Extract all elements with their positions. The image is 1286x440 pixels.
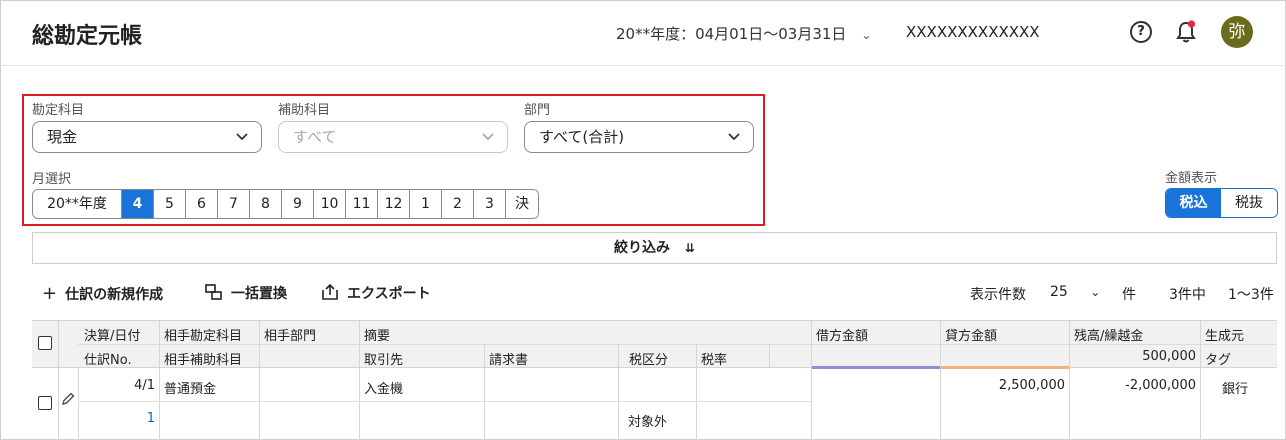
department-label: 部門 bbox=[524, 103, 551, 118]
subaccount-label: 補助科目 bbox=[278, 103, 331, 118]
account-select-value: 現金 bbox=[47, 128, 78, 146]
header-counter-department[interactable]: 相手部門 bbox=[264, 325, 316, 344]
subaccount-select-value: すべて bbox=[293, 128, 337, 146]
export-button[interactable]: エクスポート bbox=[321, 283, 431, 303]
header-tax-rate[interactable]: 税率 bbox=[701, 349, 727, 368]
account-select[interactable]: 現金 bbox=[32, 121, 262, 153]
export-label: エクスポート bbox=[347, 286, 431, 302]
row-date: 4/1 bbox=[134, 378, 155, 393]
credit-column-marker bbox=[941, 366, 1069, 369]
department-select-value: すべて(合計) bbox=[539, 128, 625, 146]
month-selector: 20**年度 4 5 6 7 8 9 10 11 12 1 2 3 決 bbox=[32, 189, 539, 219]
row-checkbox[interactable] bbox=[38, 396, 52, 410]
account-label: 勘定科目 bbox=[32, 103, 85, 118]
month-tab-11[interactable]: 11 bbox=[346, 190, 378, 218]
narrow-down-toggle[interactable]: 絞り込み ⇊ bbox=[32, 232, 1277, 264]
edit-pencil-icon[interactable] bbox=[61, 392, 75, 406]
subaccount-select: すべて bbox=[278, 121, 508, 153]
amount-display-label: 金額表示 bbox=[1165, 171, 1218, 186]
month-tab-8[interactable]: 8 bbox=[250, 190, 282, 218]
header-counter-subaccount[interactable]: 相手補助科目 bbox=[164, 349, 242, 368]
header-summary[interactable]: 摘要 bbox=[364, 325, 390, 344]
chevron-down-icon bbox=[728, 133, 740, 141]
chevron-down-icon bbox=[236, 133, 248, 141]
month-tab-year[interactable]: 20**年度 bbox=[33, 190, 122, 218]
bulk-replace-label: 一括置換 bbox=[231, 286, 287, 302]
debit-column-marker bbox=[812, 366, 940, 369]
row-journal-no[interactable]: 1 bbox=[82, 411, 155, 426]
month-select-label: 月選択 bbox=[32, 172, 72, 187]
tax-included-option[interactable]: 税込 bbox=[1166, 189, 1221, 217]
header-debit[interactable]: 借方金額 bbox=[816, 325, 868, 344]
month-tab-6[interactable]: 6 bbox=[186, 190, 218, 218]
result-range: 1～3件 bbox=[1228, 287, 1274, 303]
per-page-label: 表示件数 bbox=[970, 287, 1026, 303]
replace-icon bbox=[205, 284, 222, 300]
month-tab-settlement[interactable]: 決 bbox=[506, 190, 538, 218]
month-tab-7[interactable]: 7 bbox=[218, 190, 250, 218]
bulk-replace-button[interactable]: 一括置換 bbox=[205, 283, 287, 303]
month-tab-5[interactable]: 5 bbox=[154, 190, 186, 218]
header-tag[interactable]: タグ bbox=[1205, 349, 1231, 368]
header-credit[interactable]: 貸方金額 bbox=[945, 325, 997, 344]
company-name[interactable]: XXXXXXXXXXXXX bbox=[906, 23, 1040, 41]
month-tab-12[interactable]: 12 bbox=[378, 190, 410, 218]
double-chevron-down-icon: ⇊ bbox=[684, 241, 695, 255]
header-counter-account[interactable]: 相手勘定科目 bbox=[164, 325, 242, 344]
per-page-value: 25 bbox=[1050, 284, 1068, 300]
new-entry-label: 仕訳の新規作成 bbox=[65, 287, 164, 303]
chevron-down-icon bbox=[482, 133, 494, 141]
chevron-down-icon: ⌄ bbox=[861, 28, 872, 42]
header-tax-class[interactable]: 税区分 bbox=[629, 349, 668, 368]
header-partner[interactable]: 取引先 bbox=[364, 349, 403, 368]
ledger-table: 決算/日付 相手勘定科目 相手部門 摘要 借方金額 貸方金額 残高/繰越金 生成… bbox=[32, 320, 1277, 440]
month-tab-3[interactable]: 3 bbox=[474, 190, 506, 218]
per-page-select[interactable]: 25 ⌄ bbox=[1050, 284, 1100, 300]
tax-display-toggle: 税込 税抜 bbox=[1165, 188, 1278, 218]
chevron-down-icon: ⌄ bbox=[1090, 285, 1101, 299]
fiscal-period-text: 20**年度：04月01日～03月31日 bbox=[616, 25, 847, 43]
header-date[interactable]: 決算/日付 bbox=[84, 325, 140, 344]
notification-bell-icon[interactable] bbox=[1174, 19, 1198, 45]
row-summary: 入金機 bbox=[364, 382, 404, 397]
help-icon[interactable]: ? bbox=[1130, 21, 1152, 43]
header-balance[interactable]: 残高/繰越金 bbox=[1074, 325, 1143, 344]
month-tab-10[interactable]: 10 bbox=[314, 190, 346, 218]
row-balance: -2,000,000 bbox=[1125, 378, 1196, 393]
row-tax-class: 対象外 bbox=[628, 415, 668, 430]
row-source: 銀行 bbox=[1222, 382, 1249, 397]
month-tab-9[interactable]: 9 bbox=[282, 190, 314, 218]
narrow-down-label: 絞り込み bbox=[614, 240, 671, 256]
fiscal-period-selector[interactable]: 20**年度：04月01日～03月31日 ⌄ bbox=[616, 23, 871, 44]
month-tab-2[interactable]: 2 bbox=[442, 190, 474, 218]
select-all-checkbox[interactable] bbox=[38, 336, 52, 350]
header-source[interactable]: 生成元 bbox=[1205, 325, 1244, 344]
carry-over-balance: 500,000 bbox=[1142, 349, 1196, 364]
per-page-unit: 件 bbox=[1122, 287, 1136, 303]
header-invoice[interactable]: 請求書 bbox=[489, 349, 528, 368]
result-count: 3件中 bbox=[1169, 287, 1206, 303]
tax-excluded-option[interactable]: 税抜 bbox=[1221, 189, 1277, 217]
plus-icon: + bbox=[42, 283, 58, 304]
row-counter-account: 普通預金 bbox=[164, 382, 217, 397]
new-entry-button[interactable]: + 仕訳の新規作成 bbox=[42, 283, 163, 304]
app-header: 総勘定元帳 20**年度：04月01日～03月31日 ⌄ XXXXXXXXXXX… bbox=[0, 0, 1286, 66]
header-journal-no[interactable]: 仕訳No. bbox=[84, 349, 132, 368]
user-avatar[interactable]: 弥 bbox=[1221, 16, 1253, 48]
department-select[interactable]: すべて(合計) bbox=[524, 121, 754, 153]
row-credit: 2,500,000 bbox=[998, 378, 1065, 393]
month-tab-1[interactable]: 1 bbox=[410, 190, 442, 218]
export-icon bbox=[322, 283, 338, 300]
month-tab-4[interactable]: 4 bbox=[122, 190, 154, 218]
page-title: 総勘定元帳 bbox=[32, 24, 143, 49]
